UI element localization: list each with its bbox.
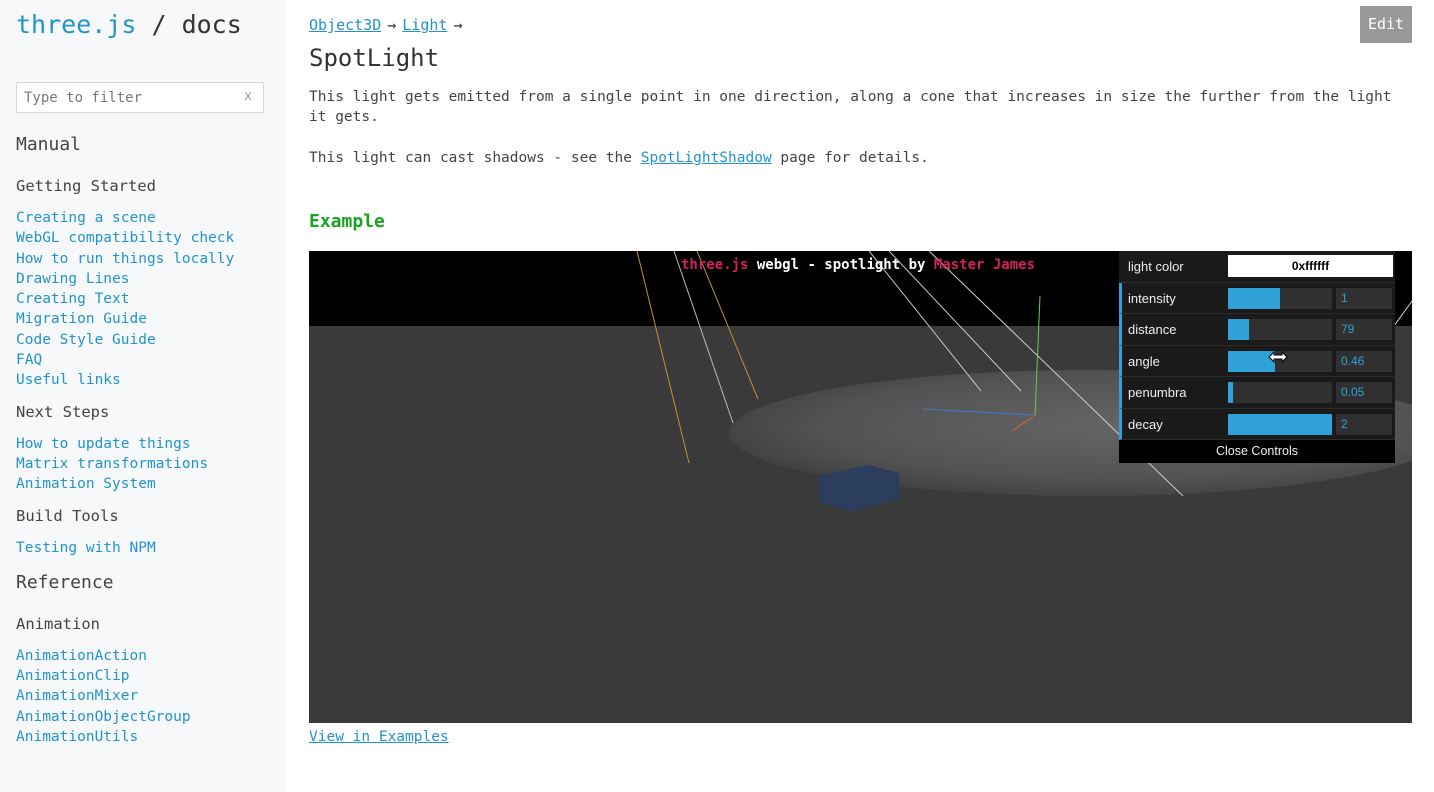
nav-link-list: Creating a scene WebGL compatibility chec… — [16, 208, 278, 391]
brand-lib[interactable]: three.js — [16, 10, 136, 39]
nav-group-title: Next Steps — [16, 402, 110, 421]
nav-group-title: Getting Started — [16, 177, 156, 195]
gui-label: light color — [1128, 259, 1184, 274]
sidebar-link[interactable]: Useful links — [16, 370, 278, 390]
resize-cursor-icon — [1268, 350, 1288, 364]
nav-group-title: Build Tools — [16, 506, 119, 525]
spotlightshadow-link[interactable]: SpotLightShadow — [641, 150, 772, 166]
shadow-paragraph: This light can cast shadows - see the Sp… — [309, 148, 1399, 168]
penumbra-value-input[interactable]: 0.05 — [1336, 382, 1392, 403]
brand-separator: / — [136, 10, 182, 39]
decay-value-input[interactable]: 2 — [1336, 413, 1392, 435]
breadcrumb: Object3D → Light → — [309, 16, 468, 34]
site-brand[interactable]: three.js / docs — [16, 10, 242, 39]
sidebar-link[interactable]: FAQ — [16, 350, 278, 370]
nav-group-title: Animation — [16, 614, 100, 633]
breadcrumb-arrow: → — [387, 16, 397, 34]
gui-label: penumbra — [1128, 385, 1187, 400]
gui-params: intensity 1 distance 79 angle 0.46 penumbra 0.0… — [1119, 282, 1395, 440]
gui-row-intensity: intensity 1 — [1119, 282, 1395, 314]
sidebar-link[interactable]: Creating a scene — [16, 208, 278, 228]
gui-row-penumbra: penumbra 0.05 — [1119, 377, 1395, 409]
angle-value-input[interactable]: 0.46 — [1336, 350, 1392, 372]
gui-row-angle: angle 0.46 — [1119, 345, 1395, 377]
close-controls-button[interactable]: Close Controls — [1119, 440, 1395, 463]
sidebar-link[interactable]: Migration Guide — [16, 309, 278, 329]
sidebar-link[interactable]: AnimationClip — [16, 666, 278, 686]
demo-title-lib[interactable]: three.js — [681, 257, 748, 273]
demo-title-text: webgl - spotlight by — [748, 257, 934, 273]
sidebar-nav: Manual Getting Started Creating a scene Web… — [16, 132, 278, 747]
slider-fill — [1228, 287, 1280, 309]
sidebar: three.js / docs x Manual Getting Started C… — [0, 0, 286, 792]
sidebar-link[interactable]: AnimationUtils — [16, 727, 278, 747]
gui-label: decay — [1128, 416, 1163, 432]
sidebar-link[interactable]: Code Style Guide — [16, 330, 278, 350]
sidebar-link[interactable]: Animation System — [16, 474, 278, 494]
nav-section-title: Reference — [16, 571, 114, 593]
gui-controls-panel: light color 0xffffff intensity 1 distance 7… — [1119, 251, 1395, 463]
decay-slider[interactable] — [1228, 413, 1332, 435]
shadow-text-after: page for details. — [771, 150, 929, 166]
sidebar-link[interactable]: WebGL compatibility check — [16, 228, 278, 248]
nav-section-title: Manual — [16, 134, 82, 155]
nav-link-list: AnimationAction AnimationClip AnimationMix… — [16, 646, 278, 747]
sidebar-link[interactable]: Creating Text — [16, 289, 278, 309]
sidebar-link[interactable]: How to update things — [16, 434, 278, 454]
slider-fill — [1228, 319, 1249, 340]
shadow-text-before: This light can cast shadows - see the — [309, 150, 641, 166]
sidebar-link[interactable]: How to run things locally — [16, 249, 278, 269]
edit-button[interactable]: Edit — [1360, 6, 1412, 43]
breadcrumb-light[interactable]: Light — [402, 16, 447, 34]
gui-label: angle — [1128, 353, 1160, 369]
intensity-slider[interactable] — [1228, 287, 1332, 309]
gui-label: intensity — [1128, 290, 1176, 306]
gui-label: distance — [1128, 322, 1177, 337]
slider-fill — [1228, 382, 1234, 403]
sidebar-link[interactable]: AnimationAction — [16, 646, 278, 666]
nav-link-list: Testing with NPM — [16, 538, 278, 558]
gui-row-decay: decay 2 — [1119, 408, 1395, 440]
filter-input[interactable] — [17, 83, 237, 112]
filter-box: x — [16, 82, 264, 113]
sidebar-link[interactable]: Drawing Lines — [16, 269, 278, 289]
gui-row-light-color: light color 0xffffff — [1119, 251, 1395, 283]
distance-value-input[interactable]: 79 — [1336, 319, 1392, 340]
sidebar-link[interactable]: Matrix transformations — [16, 454, 278, 474]
sidebar-link[interactable]: AnimationMixer — [16, 686, 278, 706]
clear-filter-icon[interactable]: x — [244, 89, 252, 104]
page-title: SpotLight — [309, 44, 440, 72]
breadcrumb-object3d[interactable]: Object3D — [309, 16, 381, 34]
light-color-input[interactable]: 0xffffff — [1228, 255, 1393, 277]
description-paragraph: This light gets emitted from a single po… — [309, 89, 1392, 125]
brand-docs: docs — [181, 10, 242, 39]
slider-fill — [1228, 413, 1332, 435]
sidebar-link[interactable]: Testing with NPM — [16, 538, 278, 558]
breadcrumb-arrow: → — [453, 16, 463, 34]
view-in-examples-link[interactable]: View in Examples — [309, 729, 449, 745]
gui-row-distance: distance 79 — [1119, 314, 1395, 346]
nav-link-list: How to update things Matrix transformatio… — [16, 434, 278, 495]
penumbra-slider[interactable] — [1228, 382, 1332, 403]
intensity-value-input[interactable]: 1 — [1336, 287, 1392, 309]
distance-slider[interactable] — [1228, 319, 1332, 340]
demo-title-author[interactable]: Master James — [934, 257, 1035, 273]
example-heading: Example — [309, 211, 385, 232]
sidebar-link[interactable]: AnimationObjectGroup — [16, 707, 278, 727]
demo-title: three.js webgl - spotlight by Master Jam… — [681, 257, 1035, 273]
